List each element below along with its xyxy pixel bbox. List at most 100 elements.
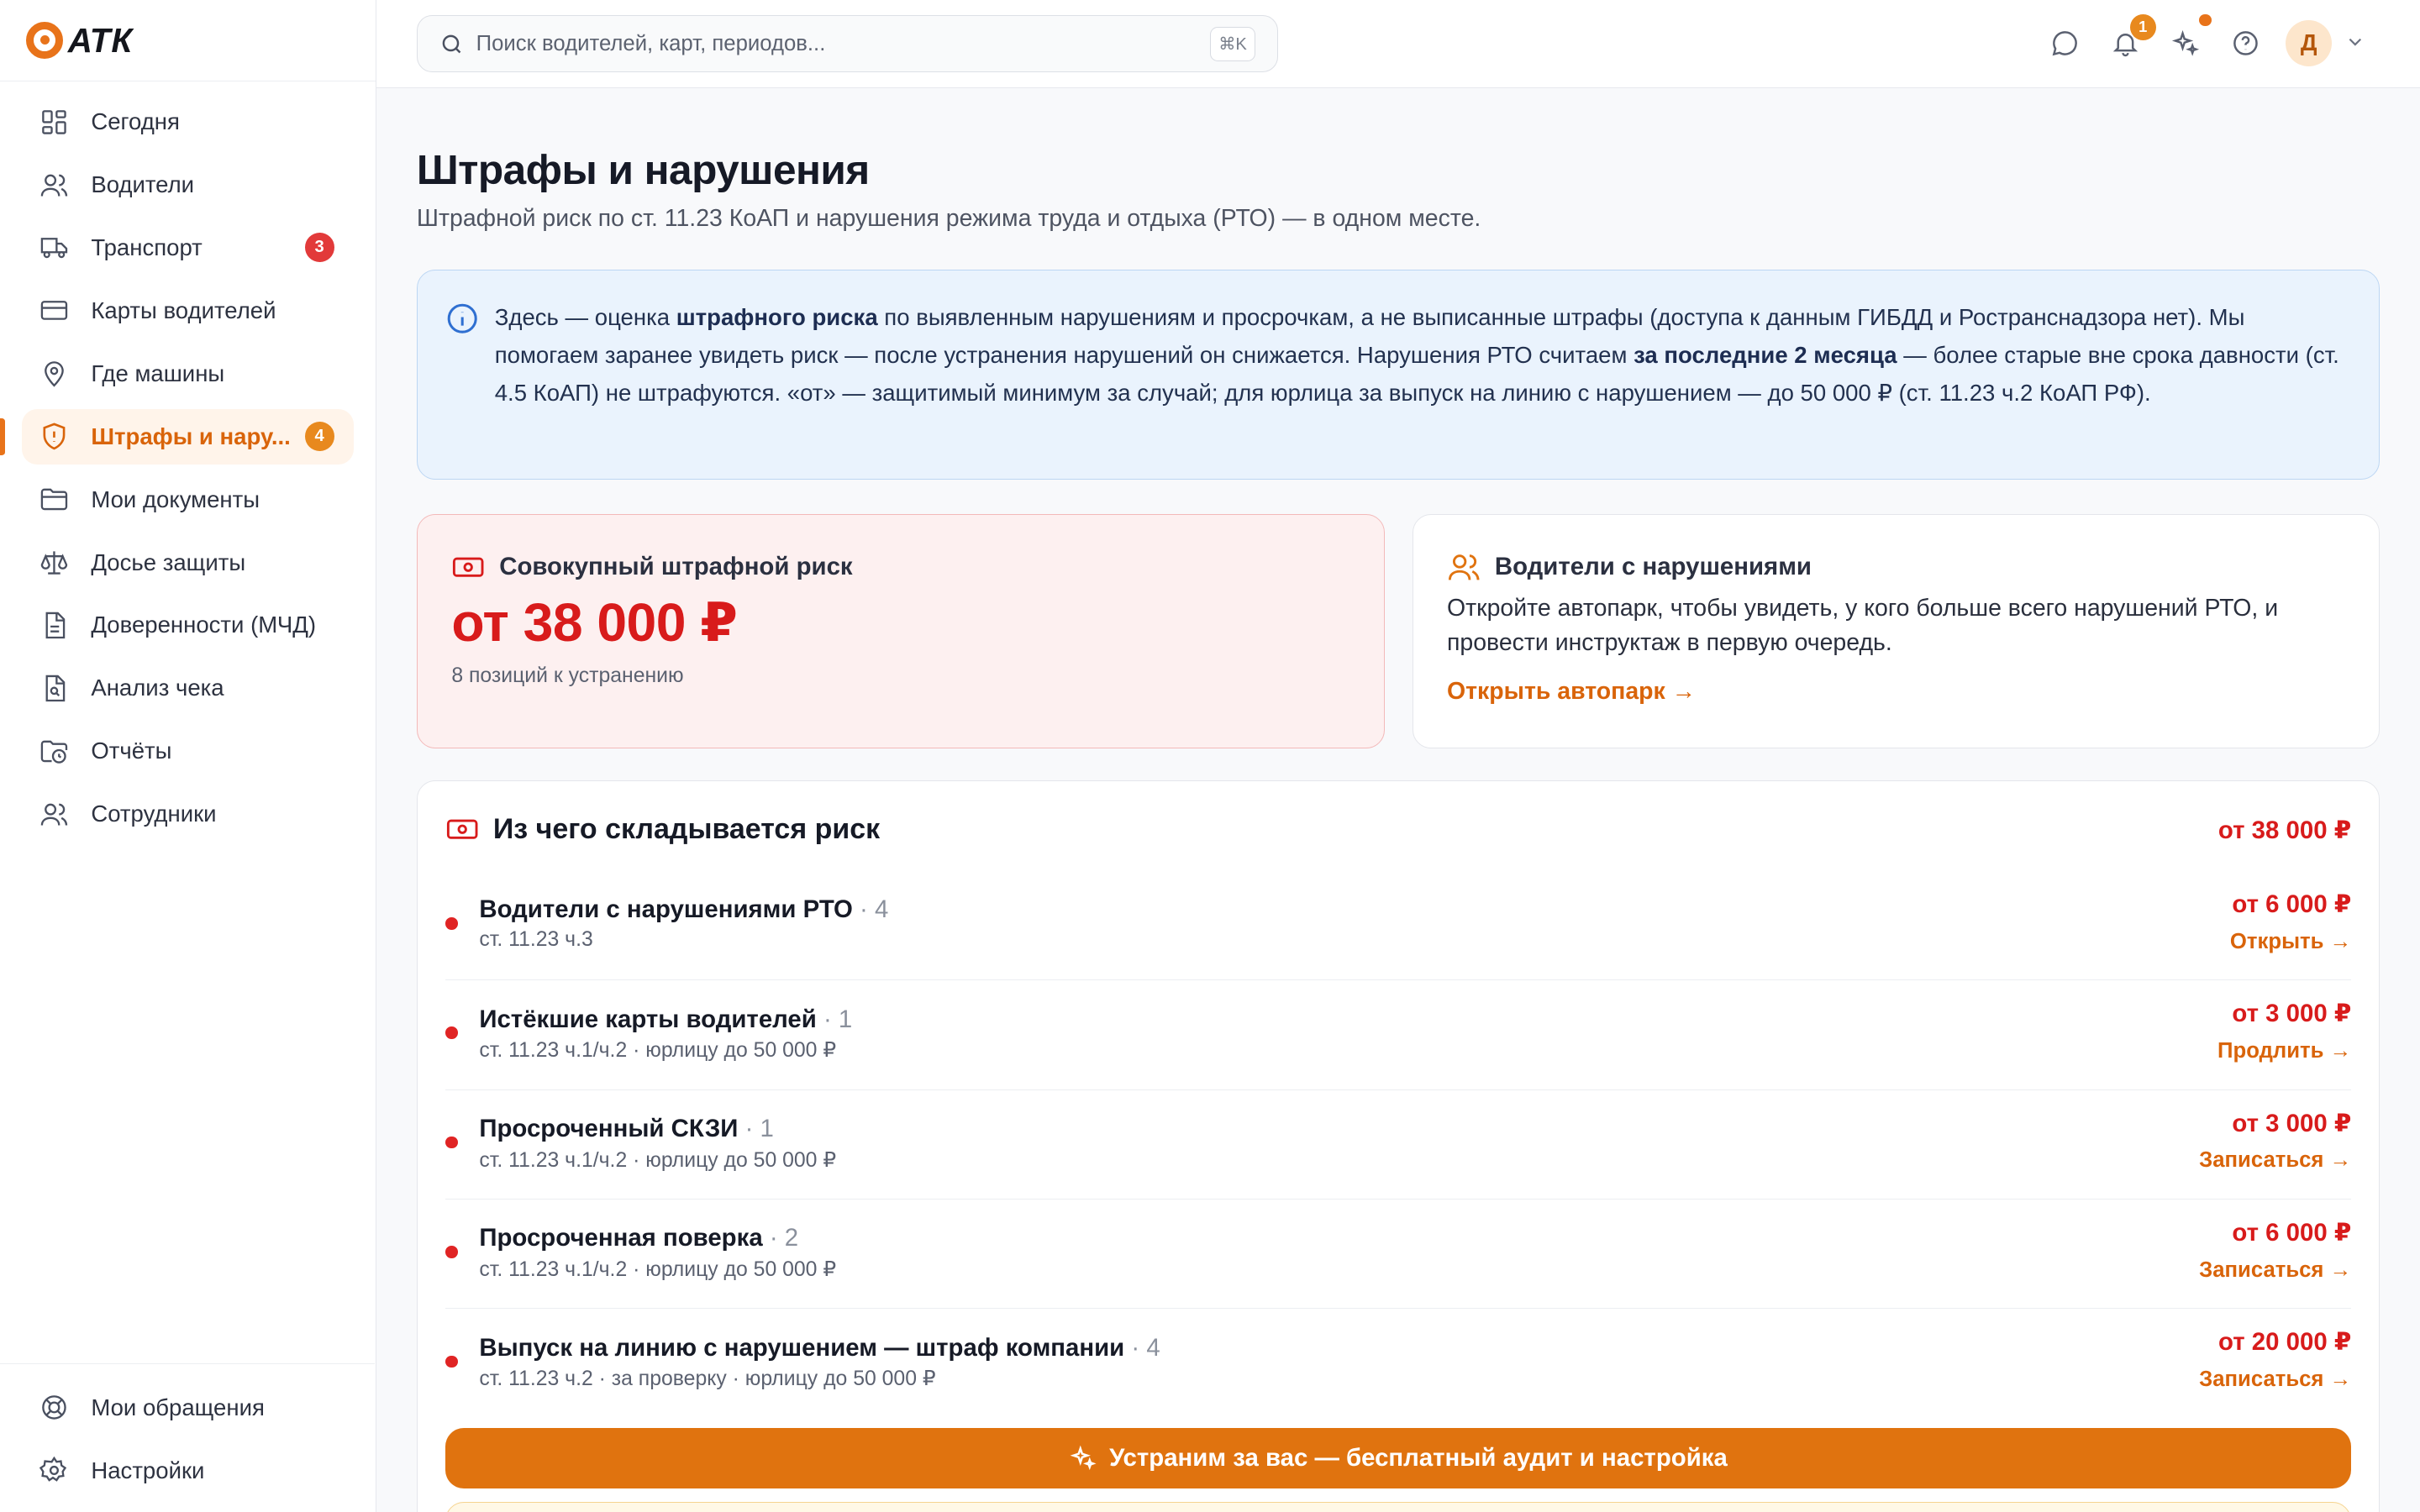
free-audit-button[interactable]: Устраним за вас — бесплатный аудит и нас… bbox=[445, 1427, 2352, 1488]
item-title: Водители с нарушениями РТО bbox=[479, 895, 853, 924]
open-action-link[interactable]: Открыть → bbox=[2230, 930, 2351, 954]
sidebar-item-receipt-analysis[interactable]: Анализ чека bbox=[22, 660, 355, 716]
list-item: Водители с нарушениями РТО · 4 ст. 11.23… bbox=[445, 871, 2352, 981]
logo[interactable]: АТК bbox=[0, 0, 376, 82]
folder-icon bbox=[39, 484, 70, 515]
sparkles-icon[interactable] bbox=[2169, 13, 2212, 60]
sidebar-item-transport[interactable]: Транспорт 3 bbox=[22, 220, 355, 276]
page-title: Штрафы и нарушения bbox=[416, 145, 870, 193]
sidebar-item-reports[interactable]: Отчёты bbox=[22, 723, 355, 779]
scales-icon bbox=[39, 547, 70, 578]
map-pin-icon bbox=[39, 358, 70, 389]
risk-breakdown-card: Из чего складывается риск от 38 000 ₽ Во… bbox=[416, 780, 2381, 1512]
sidebar-item-my-requests[interactable]: Мои обращения bbox=[22, 1380, 354, 1436]
item-amount: от 6 000 ₽ bbox=[2232, 1219, 2352, 1247]
item-title: Просроченная поверка bbox=[479, 1224, 763, 1252]
sidebar-item-label: Отчёты bbox=[91, 738, 172, 764]
item-title: Истёкшие карты водителей bbox=[479, 1005, 817, 1033]
item-amount: от 6 000 ₽ bbox=[2232, 890, 2352, 918]
sidebar-item-defense-dossier[interactable]: Досье защиты bbox=[22, 534, 355, 590]
list-item: Просроченная поверка · 2 ст. 11.23 ч.1/ч… bbox=[445, 1200, 2352, 1310]
bell-icon[interactable]: 1 bbox=[2108, 13, 2156, 60]
dashboard-icon bbox=[39, 107, 70, 138]
drivers-card-title: Водители с нарушениями bbox=[1494, 553, 1812, 581]
item-count: · 1 bbox=[738, 1115, 774, 1143]
file-search-icon bbox=[39, 673, 70, 704]
signup-action-link[interactable]: Записаться → bbox=[2199, 1258, 2351, 1283]
open-fleet-link[interactable]: Открыть автопарк → bbox=[1447, 678, 1696, 706]
status-dot bbox=[445, 1355, 458, 1368]
status-dot bbox=[445, 1136, 458, 1149]
signup-action-link[interactable]: Записаться → bbox=[2199, 1368, 2351, 1392]
transport-count-badge: 3 bbox=[304, 233, 334, 263]
info-text: Здесь — оценка штрафного риска по выявле… bbox=[494, 304, 2339, 407]
search-input[interactable] bbox=[476, 31, 1186, 56]
item-title: Просроченный СКЗИ bbox=[479, 1115, 739, 1143]
user-avatar[interactable]: Д bbox=[2286, 19, 2333, 66]
item-title: Выпуск на линию с нарушением — штраф ком… bbox=[479, 1333, 1125, 1362]
sidebar-item-label: Анализ чека bbox=[91, 675, 224, 701]
info-icon bbox=[447, 303, 477, 333]
sidebar-item-today[interactable]: Сегодня bbox=[22, 94, 355, 150]
gear-icon bbox=[39, 1455, 70, 1486]
item-count: · 2 bbox=[762, 1224, 799, 1252]
sidebar-item-label: Мои обращения bbox=[91, 1394, 265, 1420]
sidebar-item-settings[interactable]: Настройки bbox=[22, 1443, 354, 1499]
users-icon bbox=[1448, 554, 1480, 580]
status-dot bbox=[445, 916, 458, 930]
sidebar-item-employees[interactable]: Сотрудники bbox=[22, 786, 355, 842]
banknote-icon bbox=[446, 819, 478, 839]
info-banner: Здесь — оценка штрафного риска по выявле… bbox=[416, 270, 2381, 480]
renew-action-link[interactable]: Продлить → bbox=[2217, 1039, 2351, 1063]
breakdown-list: Водители с нарушениями РТО · 4 ст. 11.23… bbox=[445, 871, 2352, 1419]
sidebar-item-label: Транспорт bbox=[91, 234, 203, 260]
sidebar-item-my-documents[interactable]: Мои документы bbox=[22, 472, 355, 528]
item-sub: ст. 11.23 ч.2 · за проверку · юрлицу до … bbox=[479, 1368, 936, 1391]
item-sub: ст. 11.23 ч.1/ч.2 · юрлицу до 50 000 ₽ bbox=[479, 1148, 837, 1172]
list-item: Истёкшие карты водителей · 1 ст. 11.23 ч… bbox=[445, 980, 2352, 1090]
update-dot bbox=[2199, 13, 2212, 27]
shield-alert-icon bbox=[39, 421, 70, 452]
fines-count-badge: 4 bbox=[304, 422, 334, 452]
total-risk-title: Совокупный штрафной риск bbox=[499, 553, 853, 581]
chat-icon[interactable] bbox=[2048, 26, 2081, 60]
total-risk-note: 8 позиций к устранению bbox=[451, 664, 684, 687]
help-icon[interactable] bbox=[2228, 26, 2262, 60]
bottom-notice-strip bbox=[445, 1502, 2352, 1512]
logo-text: АТК bbox=[67, 20, 134, 60]
chevron-down-icon[interactable] bbox=[2344, 31, 2366, 53]
list-item: Просроченный СКЗИ · 1 ст. 11.23 ч.1/ч.2 … bbox=[445, 1090, 2352, 1200]
item-count: · 4 bbox=[1124, 1333, 1160, 1362]
sidebar-item-label: Водители bbox=[91, 171, 195, 197]
sidebar-item-label: Карты водителей bbox=[91, 297, 276, 323]
logo-mark-icon bbox=[26, 22, 64, 60]
sidebar-nav: Сегодня Водители Транспорт 3 Карты водит… bbox=[0, 81, 376, 842]
breakdown-title: Из чего складывается риск bbox=[492, 812, 881, 845]
notifications-badge: 1 bbox=[2129, 13, 2156, 40]
sidebar-item-label: Сегодня bbox=[91, 108, 180, 135]
sidebar-item-drivers[interactable]: Водители bbox=[22, 157, 355, 213]
status-dot bbox=[445, 1026, 458, 1040]
total-risk-amount: от 38 000 ₽ bbox=[451, 592, 738, 654]
topbar: ⌘K 1 Д bbox=[376, 0, 2420, 88]
signup-action-link[interactable]: Записаться → bbox=[2199, 1148, 2351, 1173]
users-icon bbox=[39, 170, 70, 201]
sidebar-item-label: Где машины bbox=[91, 360, 225, 386]
item-amount: от 3 000 ₽ bbox=[2232, 1000, 2352, 1028]
item-sub: ст. 11.23 ч.1/ч.2 · юрлицу до 50 000 ₽ bbox=[479, 1039, 837, 1063]
breakdown-total: от 38 000 ₽ bbox=[2217, 816, 2352, 844]
lifebuoy-icon bbox=[39, 1392, 70, 1423]
status-dot bbox=[445, 1246, 458, 1258]
sidebar-bottom: Мои обращения Настройки bbox=[0, 1363, 376, 1512]
sidebar-item-where-vehicles[interactable]: Где машины bbox=[22, 346, 355, 402]
total-risk-card: Совокупный штрафной риск от 38 000 ₽ 8 п… bbox=[416, 513, 1385, 748]
sidebar-item-driver-cards[interactable]: Карты водителей bbox=[22, 283, 355, 339]
drivers-card-text: Откройте автопарк, чтобы увидеть, у кого… bbox=[1446, 595, 2279, 656]
search-shortcut: ⌘K bbox=[1210, 27, 1256, 61]
sidebar-item-power-of-attorney[interactable]: Доверенности (МЧД) bbox=[22, 597, 355, 653]
item-amount: от 20 000 ₽ bbox=[2218, 1328, 2352, 1357]
search-box[interactable]: ⌘K bbox=[416, 15, 1278, 73]
truck-icon bbox=[39, 233, 70, 264]
sidebar-item-fines[interactable]: Штрафы и нару... 4 bbox=[0, 408, 355, 465]
folder-clock-icon bbox=[39, 736, 70, 767]
